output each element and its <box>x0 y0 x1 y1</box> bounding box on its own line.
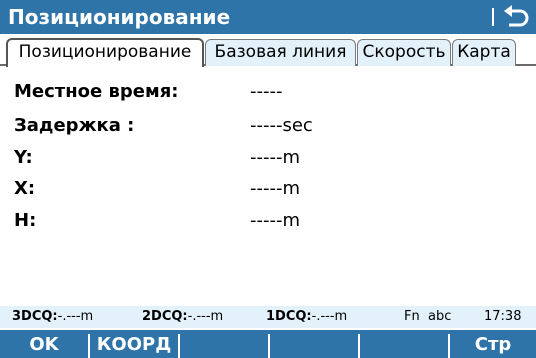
status-3dcq-value: -.---m <box>57 309 94 324</box>
field-row-local-time: Местное время: ----- <box>0 78 536 106</box>
local-time-value: ----- <box>250 81 283 102</box>
tab-strip: Позиционирование Базовая линия Скорость … <box>0 36 536 67</box>
x-label: X: <box>14 178 36 199</box>
h-value: -----m <box>250 210 301 231</box>
input-mode-indicator: Fn abc <box>404 309 452 324</box>
ok-button[interactable]: OK <box>0 330 88 358</box>
status-bar: 3DCQ:-.---m 2DCQ:-.---m 1DCQ:-.---m Fn a… <box>0 306 536 328</box>
coord-button[interactable]: КООРД <box>90 330 178 358</box>
status-1dcq-label: 1DCQ: <box>266 309 312 324</box>
status-3dcq-label: 3DCQ: <box>12 309 58 324</box>
tab-positioning[interactable]: Позиционирование <box>6 38 204 67</box>
status-3dcq: 3DCQ:-.---m <box>12 306 93 328</box>
tab-map[interactable]: Карта <box>452 39 516 66</box>
y-value: -----m <box>250 147 301 168</box>
f3-button[interactable] <box>180 330 268 358</box>
field-row-x: X: -----m <box>0 175 536 203</box>
f4-button[interactable] <box>270 330 358 358</box>
status-2dcq-label: 2DCQ: <box>142 309 188 324</box>
status-2dcq-value: -.---m <box>187 309 224 324</box>
status-1dcq: 1DCQ:-.---m <box>266 306 347 328</box>
latency-value: -----sec <box>250 115 313 136</box>
field-row-latency: Задержка : -----sec <box>0 112 536 140</box>
title-separator <box>492 8 494 26</box>
field-row-y: Y: -----m <box>0 144 536 172</box>
title-bar: Позиционирование <box>0 0 536 34</box>
page-button[interactable]: Стр <box>450 330 536 358</box>
status-1dcq-value: -.---m <box>311 309 348 324</box>
status-2dcq: 2DCQ:-.---m <box>142 306 223 328</box>
y-label: Y: <box>14 147 33 168</box>
return-arrow-icon[interactable] <box>500 2 532 32</box>
tab-speed[interactable]: Скорость <box>357 39 451 66</box>
latency-label: Задержка : <box>14 115 135 136</box>
x-value: -----m <box>250 178 301 199</box>
function-key-bar: OK КООРД Стр <box>0 330 536 358</box>
clock: 17:38 <box>484 309 522 324</box>
local-time-label: Местное время: <box>14 81 179 102</box>
f5-button[interactable] <box>360 330 448 358</box>
h-label: H: <box>14 210 37 231</box>
window-title: Позиционирование <box>8 5 231 29</box>
field-row-h: H: -----m <box>0 207 536 235</box>
tab-baseline[interactable]: Базовая линия <box>205 39 356 66</box>
